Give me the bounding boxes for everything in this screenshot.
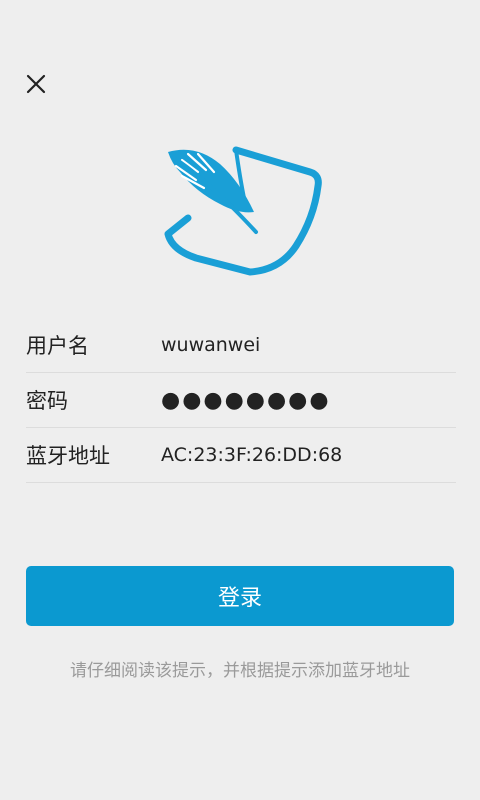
username-row: 用户名 wuwanwei	[26, 318, 456, 373]
password-row: 密码 ●●●●●●●●	[26, 373, 456, 428]
password-label: 密码	[26, 389, 68, 413]
close-icon	[26, 74, 46, 94]
login-button[interactable]: 登录	[26, 566, 454, 626]
close-button[interactable]	[18, 66, 54, 102]
username-input[interactable]: wuwanwei	[161, 334, 456, 356]
feather-paper-logo-icon	[164, 146, 322, 276]
bluetooth-label: 蓝牙地址	[26, 444, 110, 468]
password-input[interactable]: ●●●●●●●●	[161, 388, 456, 413]
bluetooth-row: 蓝牙地址 AC:23:3F:26:DD:68	[26, 428, 456, 483]
login-form: 用户名 wuwanwei 密码 ●●●●●●●● 蓝牙地址 AC:23:3F:2…	[26, 318, 456, 483]
bluetooth-input[interactable]: AC:23:3F:26:DD:68	[161, 444, 456, 466]
hint-text: 请仔细阅读该提示，并根据提示添加蓝牙地址	[70, 661, 410, 681]
username-label: 用户名	[26, 334, 89, 358]
app-logo	[158, 138, 328, 282]
